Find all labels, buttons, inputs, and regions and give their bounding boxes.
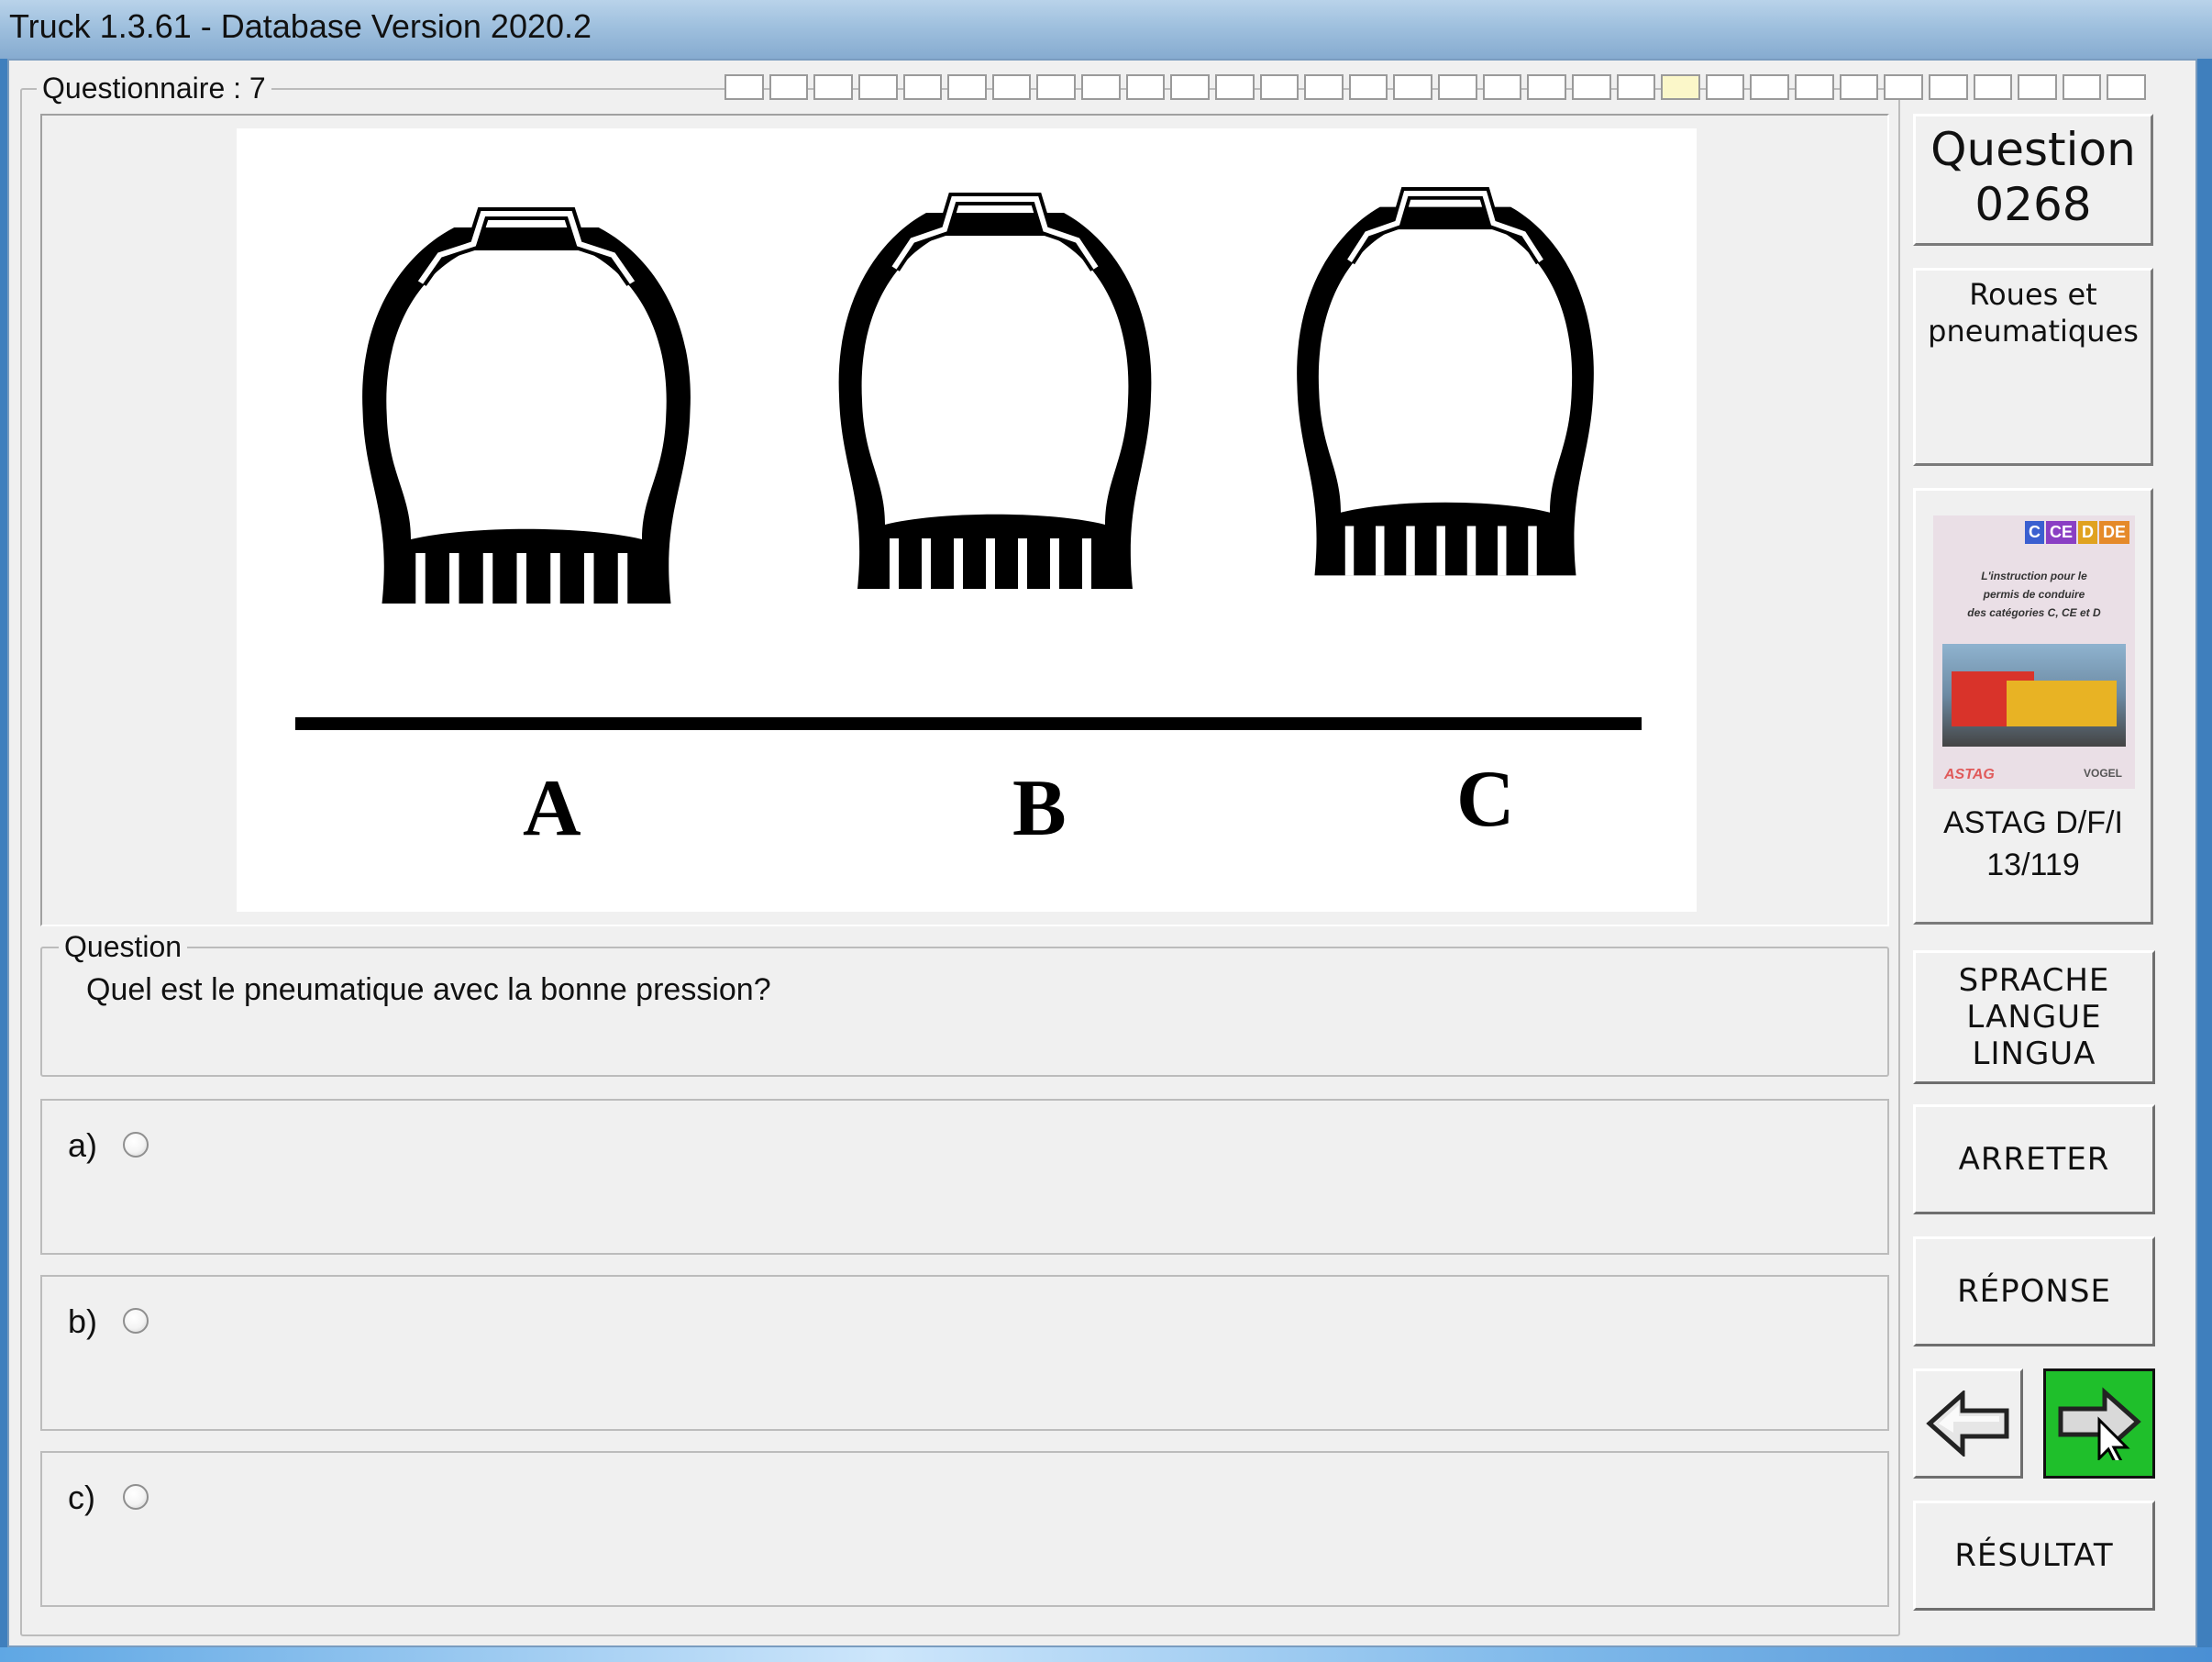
category-line-1: Roues et <box>1969 277 2097 312</box>
progress-cell <box>1661 74 1700 100</box>
progress-cell <box>1170 74 1210 100</box>
previous-button[interactable] <box>1913 1368 2023 1479</box>
question-text: Quel est le pneumatique avec la bonne pr… <box>86 972 771 1007</box>
language-button-line-2: LANGUE <box>1966 999 2102 1036</box>
taskbar-strip <box>0 1647 2212 1662</box>
progress-cell <box>813 74 853 100</box>
source-line-1: ASTAG D/F/I <box>1943 805 2123 840</box>
answer-c-radio[interactable] <box>123 1484 149 1510</box>
label-a: A <box>523 764 581 853</box>
progress-cell <box>2018 74 2057 100</box>
cover-logo-left: ASTAG <box>1944 767 1995 782</box>
answer-button-label: RÉPONSE <box>1957 1273 2111 1310</box>
question-group <box>40 947 1889 1077</box>
source-line-2: 13/119 <box>1986 848 2080 882</box>
language-button-line-1: SPRACHE <box>1958 962 2110 999</box>
arrow-right-icon <box>2058 1387 2141 1460</box>
progress-cell <box>1259 74 1300 100</box>
badge-de: DE <box>2098 521 2129 544</box>
progress-cell <box>1839 74 1879 100</box>
cover-text-line-1: L'instruction pour le <box>1981 570 2087 582</box>
progress-cell <box>1928 74 1968 100</box>
tyre-a <box>362 214 691 604</box>
language-button[interactable]: SPRACHE LANGUE LINGUA <box>1913 950 2155 1084</box>
progress-cell <box>1393 74 1432 100</box>
progress-cell <box>2107 74 2146 100</box>
progress-cell <box>1214 74 1255 100</box>
progress-cell <box>1973 74 2013 100</box>
answer-a-letter: a) <box>68 1126 98 1164</box>
progress-cell <box>902 74 943 100</box>
cover-photo <box>1942 644 2126 747</box>
tyre-illustration: A B C <box>295 128 1642 853</box>
answer-c[interactable]: c) <box>40 1451 1889 1607</box>
progress-cell <box>1482 74 1522 100</box>
progress-cell <box>991 74 1032 100</box>
answer-c-letter: c) <box>68 1479 95 1516</box>
question-title: Question <box>1930 123 2136 176</box>
stop-button[interactable]: ARRETER <box>1913 1104 2155 1214</box>
answer-a-radio[interactable] <box>123 1132 149 1158</box>
title-bar: Truck 1.3.61 - Database Version 2020.2 <box>0 0 2212 59</box>
result-button-label: RÉSULTAT <box>1954 1537 2114 1574</box>
question-progress-bar <box>724 74 2146 100</box>
questionnaire-label: Questionnaire : 7 <box>37 73 271 103</box>
question-number-panel: Question 0268 <box>1913 114 2153 246</box>
cover-text: L'instruction pour le permis de conduire… <box>1933 567 2135 622</box>
progress-cell <box>947 74 987 100</box>
badge-ce: CE <box>2045 521 2076 544</box>
progress-cell <box>1125 74 1166 100</box>
question-group-label: Question <box>59 932 188 961</box>
tyre-c <box>1297 194 1594 576</box>
progress-cell <box>1348 74 1388 100</box>
cover-text-line-2: permis de conduire <box>1983 588 2085 601</box>
tyre-b <box>839 199 1152 589</box>
question-image: A B C <box>237 128 1697 912</box>
next-button[interactable] <box>2043 1368 2155 1479</box>
arrow-left-icon <box>1926 1391 2009 1457</box>
result-button[interactable]: RÉSULTAT <box>1913 1501 2155 1611</box>
question-number: 0268 <box>1974 178 2092 231</box>
progress-cell <box>2062 74 2102 100</box>
progress-cell <box>1036 74 1076 100</box>
progress-cell <box>1750 74 1789 100</box>
progress-cell <box>1527 74 1566 100</box>
category-badges: C CE D DE <box>2024 521 2129 544</box>
answer-b-radio[interactable] <box>123 1308 149 1334</box>
window-title: Truck 1.3.61 - Database Version 2020.2 <box>9 7 592 45</box>
cover-text-line-3: des catégories C, CE et D <box>1967 606 2101 619</box>
progress-cell <box>1884 74 1923 100</box>
progress-cell <box>1438 74 1477 100</box>
book-cover-image: C CE D DE L'instruction pour le permis d… <box>1933 515 2135 789</box>
answer-b[interactable]: b) <box>40 1275 1889 1431</box>
progress-cell <box>1571 74 1611 100</box>
stop-button-label: ARRETER <box>1958 1141 2110 1178</box>
progress-cell <box>1705 74 1745 100</box>
source-text: ASTAG D/F/I 13/119 <box>1913 802 2153 886</box>
ground-line <box>295 717 1642 730</box>
category-line-2: pneumatiques <box>1928 314 2139 349</box>
progress-cell <box>1616 74 1656 100</box>
progress-cell <box>1795 74 1834 100</box>
answer-a[interactable]: a) <box>40 1099 1889 1255</box>
progress-cell <box>857 74 898 100</box>
cover-logo-right: VOGEL <box>2083 767 2122 780</box>
progress-cell <box>769 74 809 100</box>
progress-cell <box>1081 74 1121 100</box>
language-button-line-3: LINGUA <box>1972 1036 2096 1072</box>
label-c: C <box>1456 755 1515 844</box>
answer-b-letter: b) <box>68 1302 98 1340</box>
label-b: B <box>1012 764 1067 853</box>
progress-cell <box>724 74 764 100</box>
badge-c: C <box>2024 521 2044 544</box>
answer-button[interactable]: RÉPONSE <box>1913 1236 2155 1346</box>
progress-cell <box>1304 74 1344 100</box>
category-panel: Roues et pneumatiques <box>1913 268 2153 466</box>
badge-d: D <box>2077 521 2097 544</box>
